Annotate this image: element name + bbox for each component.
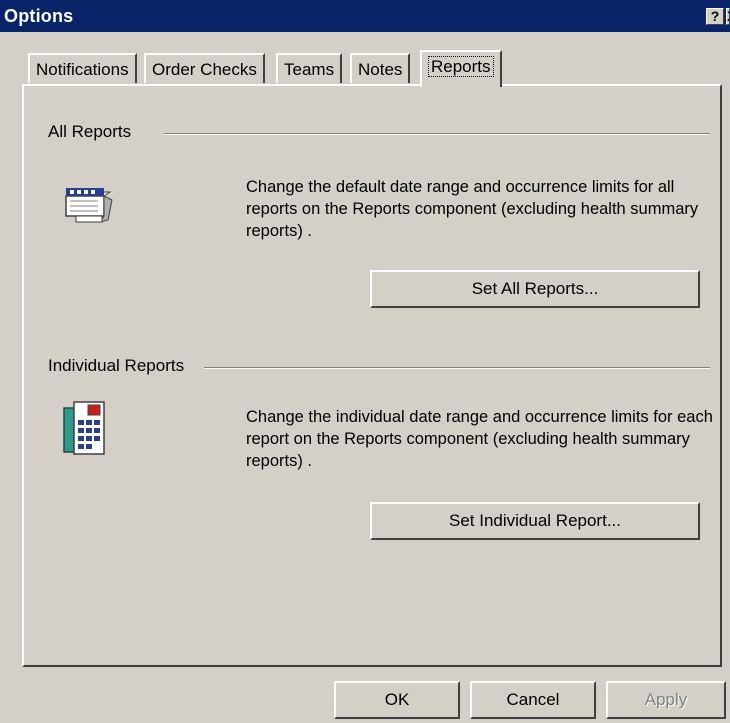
close-button[interactable]: X (726, 8, 730, 25)
tab-order-checks[interactable]: Order Checks (144, 53, 265, 83)
all-reports-description: Change the default date range and occurr… (246, 178, 699, 240)
set-all-reports-button[interactable]: Set All Reports... (370, 270, 700, 308)
tab-reports[interactable]: Reports (420, 50, 502, 87)
tab-teams[interactable]: Teams (276, 53, 343, 83)
group-divider (164, 133, 710, 135)
cancel-button[interactable]: Cancel (470, 681, 596, 719)
tab-label: Notes (358, 60, 403, 79)
report-list-icon (60, 398, 110, 463)
tab-notifications[interactable]: Notifications (28, 53, 137, 83)
help-button[interactable]: ? (706, 8, 724, 25)
report-date-icon (64, 182, 114, 231)
title-bar: Options ? X (0, 0, 730, 32)
tab-notes[interactable]: Notes (350, 53, 411, 83)
group-divider (204, 367, 710, 369)
tab-label: Teams (284, 60, 335, 79)
reports-panel: All Reports Change the default date rang… (22, 84, 722, 667)
set-individual-report-button[interactable]: Set Individual Report... (370, 502, 700, 540)
individual-reports-description: Change the individual date range and occ… (246, 408, 713, 470)
all-reports-group-label: All Reports (48, 122, 138, 142)
tab-label: Order Checks (152, 60, 257, 79)
apply-button[interactable]: Apply (606, 681, 726, 719)
individual-reports-group-label: Individual Reports (48, 356, 191, 376)
tab-label: Notifications (36, 60, 129, 79)
ok-button[interactable]: OK (334, 681, 460, 719)
window-title: Options (4, 6, 74, 26)
help-icon: ? (710, 8, 720, 24)
tab-label: Reports (428, 56, 494, 77)
